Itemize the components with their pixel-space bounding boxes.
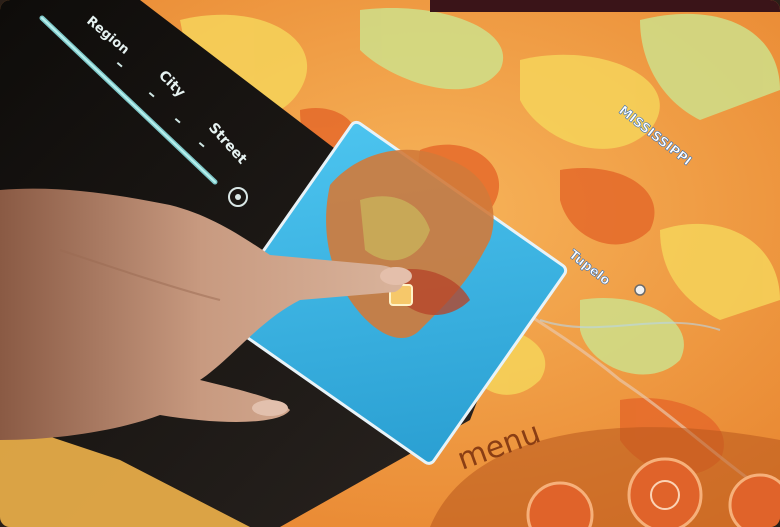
menu-button-center[interactable] bbox=[627, 457, 703, 527]
scene-svg: Region City Street MISSISSIPPI Tupelo me… bbox=[0, 0, 780, 527]
touch-table-photo: Region City Street MISSISSIPPI Tupelo me… bbox=[0, 0, 780, 527]
fingernail bbox=[380, 267, 412, 285]
city-marker-icon[interactable] bbox=[634, 284, 646, 296]
background-strip bbox=[430, 0, 780, 12]
